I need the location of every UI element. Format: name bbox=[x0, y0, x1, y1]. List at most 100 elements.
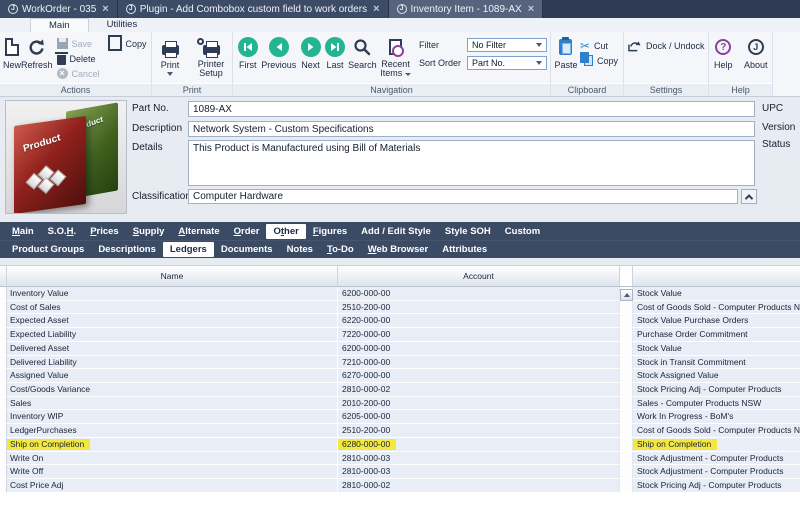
doc-tab-inventory-item[interactable]: Inventory Item - 1089-AX bbox=[389, 0, 544, 18]
page-tab-s-o-h[interactable]: S.O.H. bbox=[41, 224, 84, 239]
close-icon[interactable] bbox=[102, 4, 108, 14]
ribbon-tab-utilities[interactable]: Utilities bbox=[89, 18, 156, 32]
page-tab-main[interactable]: Main bbox=[5, 224, 41, 239]
table-row[interactable]: Inventory Value6200-000-00Stock Value bbox=[0, 287, 800, 301]
next-button[interactable]: Next bbox=[298, 34, 323, 70]
classification-label: Classification bbox=[132, 191, 191, 202]
save-button[interactable]: Save bbox=[57, 36, 100, 51]
column-header-description bbox=[633, 266, 800, 286]
table-row[interactable]: Write On2810-000-03Stock Adjustment - Co… bbox=[0, 452, 800, 466]
table-row[interactable]: Inventory WIP6205-000-00Work In Progress… bbox=[0, 410, 800, 424]
row-selector-cell bbox=[0, 479, 7, 493]
cell-description: Purchase Order Commitment bbox=[633, 328, 800, 342]
table-row[interactable]: Write Off2810-000-03Stock Adjustment - C… bbox=[0, 465, 800, 479]
page-tab-add-edit-style[interactable]: Add / Edit Style bbox=[354, 224, 438, 239]
delete-button[interactable]: Delete bbox=[57, 51, 100, 66]
table-row[interactable]: Delivered Asset6200-000-00Stock Value bbox=[0, 342, 800, 356]
table-row[interactable]: Sales2010-200-00Sales - Computer Product… bbox=[0, 397, 800, 411]
table-row[interactable]: Cost/Goods Variance2810-000-02Stock Pric… bbox=[0, 383, 800, 397]
table-row[interactable]: Cost Price Adj2810-000-02Stock Pricing A… bbox=[0, 479, 800, 493]
about-button[interactable]: About bbox=[743, 34, 769, 70]
cell-name: Cost/Goods Variance bbox=[7, 383, 338, 397]
sub-tab-ledgers[interactable]: Ledgers bbox=[163, 242, 214, 257]
table-row[interactable]: Assigned Value6270-000-00Stock Assigned … bbox=[0, 369, 800, 383]
filter-select[interactable]: No Filter bbox=[467, 38, 547, 52]
description-field[interactable]: Network System - Custom Specifications bbox=[188, 121, 755, 137]
printer-setup-button[interactable]: Printer Setup bbox=[193, 34, 229, 78]
page-tab-alternate[interactable]: Alternate bbox=[171, 224, 226, 239]
doc-tab-label: Plugin - Add Combobox custom field to wo… bbox=[140, 4, 367, 15]
cell-account: 6220-000-00 bbox=[338, 314, 619, 328]
cut-button[interactable]: Cut bbox=[580, 38, 618, 53]
last-button[interactable]: Last bbox=[323, 34, 347, 70]
row-selector-cell bbox=[0, 287, 7, 301]
print-button[interactable]: Print bbox=[155, 34, 185, 76]
version-label: Version bbox=[762, 122, 795, 133]
details-field[interactable]: This Product is Manufactured using Bill … bbox=[188, 140, 755, 186]
cell-name: Delivered Asset bbox=[7, 342, 338, 356]
paste-button[interactable]: Paste bbox=[554, 34, 578, 70]
table-row[interactable]: LedgerPurchases2510-200-00Cost of Goods … bbox=[0, 424, 800, 438]
page-tab-custom[interactable]: Custom bbox=[498, 224, 547, 239]
page-tab-figures[interactable]: Figures bbox=[306, 224, 354, 239]
sub-tab-to-do[interactable]: To-Do bbox=[320, 242, 361, 257]
scroll-up-button[interactable] bbox=[620, 289, 633, 301]
details-label: Details bbox=[132, 142, 163, 153]
page-tab-other[interactable]: Other bbox=[266, 224, 305, 239]
column-header-account[interactable]: Account bbox=[338, 266, 619, 286]
scrollbar-track-cell bbox=[619, 410, 633, 424]
paste-icon bbox=[559, 39, 572, 55]
copy-icon bbox=[112, 38, 122, 50]
group-label-print: Print bbox=[152, 83, 232, 96]
page-tab-prices[interactable]: Prices bbox=[83, 224, 126, 239]
previous-button[interactable]: Previous bbox=[260, 34, 298, 70]
copy-button[interactable]: Copy bbox=[108, 36, 147, 51]
close-icon[interactable] bbox=[528, 4, 534, 14]
doc-tab-plugin[interactable]: Plugin - Add Combobox custom field to wo… bbox=[118, 0, 389, 18]
table-row[interactable]: Delivered Liability7210-000-00Stock in T… bbox=[0, 356, 800, 370]
part-no-field[interactable]: 1089-AX bbox=[188, 101, 755, 117]
cell-name: Assigned Value bbox=[7, 369, 338, 383]
recent-items-icon bbox=[389, 39, 402, 55]
cell-name: Expected Asset bbox=[7, 314, 338, 328]
sub-tab-notes[interactable]: Notes bbox=[280, 242, 320, 257]
scrollbar-track-cell bbox=[619, 383, 633, 397]
dock-undock-button[interactable]: Dock / Undock bbox=[627, 38, 705, 53]
column-header-name[interactable]: Name bbox=[7, 266, 338, 286]
previous-record-icon bbox=[269, 37, 289, 57]
table-row[interactable]: Expected Liability7220-000-00Purchase Or… bbox=[0, 328, 800, 342]
cell-name: Delivered Liability bbox=[7, 356, 338, 370]
sub-tab-attributes[interactable]: Attributes bbox=[435, 242, 494, 257]
search-button[interactable]: Search bbox=[347, 34, 378, 70]
page-tab-supply[interactable]: Supply bbox=[126, 224, 172, 239]
help-button[interactable]: Help bbox=[712, 34, 735, 70]
copy-clipboard-button[interactable]: Copy bbox=[580, 53, 618, 68]
cell-description: Ship on Completion bbox=[633, 438, 800, 452]
page-tab-order[interactable]: Order bbox=[227, 224, 267, 239]
scrollbar-track-cell bbox=[619, 465, 633, 479]
cancel-button[interactable]: Cancel bbox=[57, 66, 100, 81]
product-image: Product Product bbox=[5, 100, 127, 214]
ribbon-tab-main[interactable]: Main bbox=[30, 18, 89, 32]
table-row[interactable]: Ship on Completion6280-000-00Ship on Com… bbox=[0, 438, 800, 452]
page-tab-style-soh[interactable]: Style SOH bbox=[438, 224, 498, 239]
collapse-header-button[interactable] bbox=[741, 189, 757, 204]
cell-description: Cost of Goods Sold - Computer Products N… bbox=[633, 424, 800, 438]
cell-account: 6270-000-00 bbox=[338, 369, 619, 383]
table-row[interactable]: Cost of Sales2510-200-00Cost of Goods So… bbox=[0, 301, 800, 315]
new-button[interactable]: New bbox=[3, 34, 21, 70]
recent-items-button[interactable]: Recent Items bbox=[378, 34, 413, 78]
sub-tab-documents[interactable]: Documents bbox=[214, 242, 280, 257]
table-row[interactable]: Expected Asset6220-000-00Stock Value Pur… bbox=[0, 314, 800, 328]
close-icon[interactable] bbox=[373, 4, 379, 14]
sub-tab-web-browser[interactable]: Web Browser bbox=[361, 242, 436, 257]
first-button[interactable]: First bbox=[236, 34, 260, 70]
sub-tab-product-groups[interactable]: Product Groups bbox=[5, 242, 91, 257]
refresh-button[interactable]: Refresh bbox=[21, 34, 53, 70]
doc-tab-workorder[interactable]: WorkOrder - 035 bbox=[0, 0, 118, 18]
jiwa-logo-icon bbox=[397, 4, 407, 14]
classification-field[interactable]: Computer Hardware bbox=[188, 189, 738, 204]
sort-order-select[interactable]: Part No. bbox=[467, 56, 547, 70]
sub-tab-descriptions[interactable]: Descriptions bbox=[91, 242, 163, 257]
row-selector-cell bbox=[0, 383, 7, 397]
